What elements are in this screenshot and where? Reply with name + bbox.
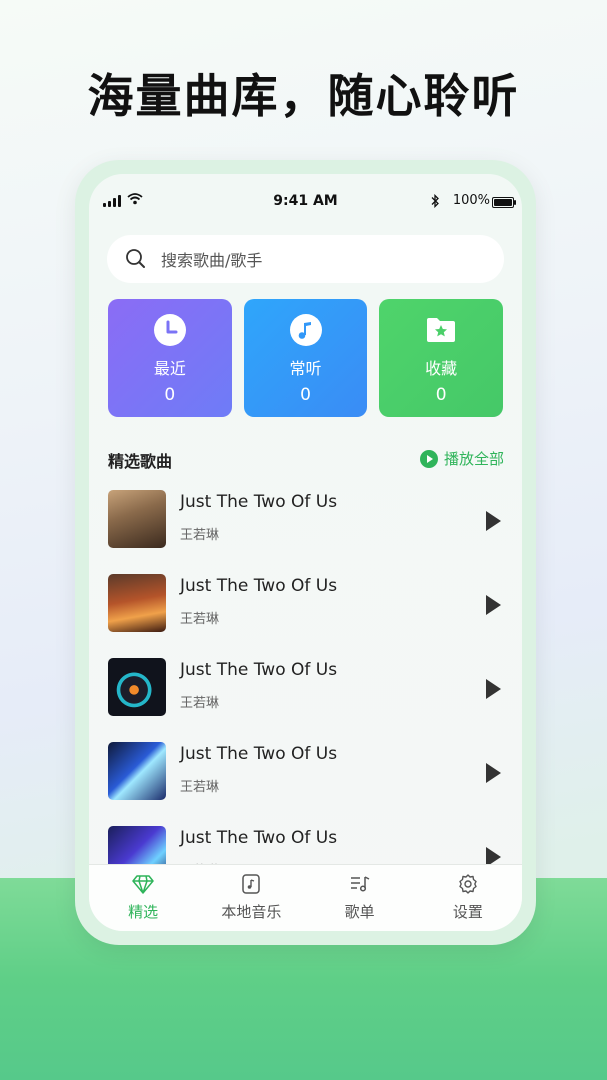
song-title: Just The Two Of Us xyxy=(180,492,338,512)
play-all-label: 播放全部 xyxy=(443,450,504,468)
playlist-icon xyxy=(350,876,369,892)
status-bar: 9:41 AM 100% xyxy=(89,192,522,212)
song-artist: 王若琳 xyxy=(180,696,220,711)
gear-icon xyxy=(459,874,477,894)
song-title: Just The Two Of Us xyxy=(180,576,338,596)
tile-favorites-label: 收藏 xyxy=(425,359,458,378)
tile-frequent-count: 0 xyxy=(300,385,311,405)
tile-recent[interactable]: 最近 0 xyxy=(108,299,232,417)
album-cover xyxy=(108,574,166,632)
tab-featured[interactable]: 精选 xyxy=(89,865,197,931)
search-icon xyxy=(126,249,145,268)
album-cover xyxy=(108,490,166,548)
song-item[interactable]: Just The Two Of Us 王若琳 xyxy=(108,658,504,742)
song-item[interactable]: Just The Two Of Us 王若琳 xyxy=(108,742,504,826)
folder-star-icon xyxy=(427,318,456,342)
clock-icon xyxy=(153,314,186,346)
diamond-icon xyxy=(132,875,154,894)
song-title: Just The Two Of Us xyxy=(180,828,338,848)
tile-frequent[interactable]: 常听 0 xyxy=(243,299,368,417)
music-note-icon xyxy=(289,314,322,346)
album-cover xyxy=(108,658,166,716)
bottom-tab-bar: 精选 本地音乐 歌单 设置 xyxy=(89,864,522,931)
battery-icon xyxy=(492,197,516,208)
battery-percent: 100% xyxy=(452,193,490,208)
song-artist: 王若琳 xyxy=(180,528,220,543)
album-cover xyxy=(108,742,166,800)
play-icon[interactable] xyxy=(484,762,502,784)
search-placeholder: 搜索歌曲/歌手 xyxy=(161,251,263,270)
section-title: 精选歌曲 xyxy=(108,452,173,471)
play-icon[interactable] xyxy=(484,510,502,532)
play-circle-icon xyxy=(419,449,438,468)
tab-local-music[interactable]: 本地音乐 xyxy=(197,865,305,931)
tab-local-music-label: 本地音乐 xyxy=(221,903,282,921)
phone-frame: 9:41 AM 100% 搜索歌曲/歌手 最近 0 常听 0 收藏 0 精选歌曲… xyxy=(75,160,536,945)
tab-settings[interactable]: 设置 xyxy=(414,865,522,931)
tab-playlist-label: 歌单 xyxy=(344,903,375,921)
quick-tiles: 最近 0 常听 0 收藏 0 xyxy=(108,299,504,417)
tab-settings-label: 设置 xyxy=(452,903,483,921)
song-title: Just The Two Of Us xyxy=(180,744,338,764)
song-item[interactable]: Just The Two Of Us 王若琳 xyxy=(108,490,504,574)
song-artist: 王若琳 xyxy=(180,780,220,795)
song-item[interactable]: Just The Two Of Us 王若琳 xyxy=(108,574,504,658)
play-icon[interactable] xyxy=(484,678,502,700)
bluetooth-icon xyxy=(431,194,439,208)
song-list: Just The Two Of Us 王若琳 Just The Two Of U… xyxy=(108,490,504,910)
promo-headline: 海量曲库，随心聆听 xyxy=(87,69,520,123)
tab-featured-label: 精选 xyxy=(128,903,159,921)
song-artist: 王若琳 xyxy=(180,612,220,627)
play-icon[interactable] xyxy=(484,594,502,616)
tile-recent-label: 最近 xyxy=(153,359,186,378)
search-bar[interactable]: 搜索歌曲/歌手 xyxy=(107,235,504,283)
tile-favorites[interactable]: 收藏 0 xyxy=(379,299,504,417)
tile-frequent-label: 常听 xyxy=(289,359,322,378)
tile-favorites-count: 0 xyxy=(435,385,447,405)
local-music-icon xyxy=(242,874,261,894)
play-all-button[interactable]: 播放全部 xyxy=(419,448,504,469)
tile-recent-count: 0 xyxy=(164,385,176,405)
song-title: Just The Two Of Us xyxy=(180,660,338,680)
tab-playlist[interactable]: 歌单 xyxy=(306,865,414,931)
app-screen: 9:41 AM 100% 搜索歌曲/歌手 最近 0 常听 0 收藏 0 精选歌曲… xyxy=(89,174,522,931)
